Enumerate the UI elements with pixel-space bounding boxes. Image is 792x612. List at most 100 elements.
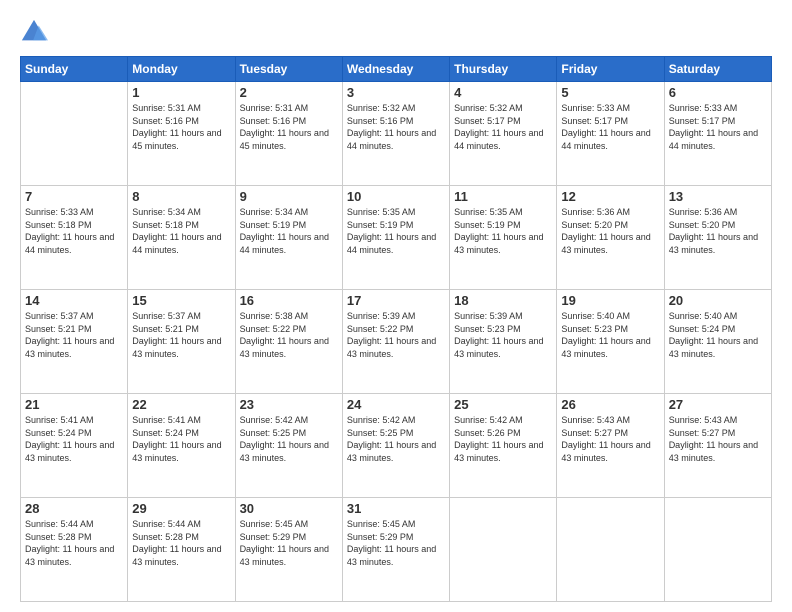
cell-day-number: 2 [240, 85, 338, 100]
calendar-cell: 27 Sunrise: 5:43 AM Sunset: 5:27 PM Dayli… [664, 394, 771, 498]
cell-info: Sunrise: 5:33 AM Sunset: 5:17 PM Dayligh… [561, 102, 659, 152]
page: SundayMondayTuesdayWednesdayThursdayFrid… [0, 0, 792, 612]
cell-day-number: 12 [561, 189, 659, 204]
cell-info: Sunrise: 5:42 AM Sunset: 5:26 PM Dayligh… [454, 414, 552, 464]
cell-day-number: 24 [347, 397, 445, 412]
calendar-day-header: Sunday [21, 57, 128, 82]
cell-day-number: 5 [561, 85, 659, 100]
cell-info: Sunrise: 5:34 AM Sunset: 5:19 PM Dayligh… [240, 206, 338, 256]
calendar-table: SundayMondayTuesdayWednesdayThursdayFrid… [20, 56, 772, 602]
cell-info: Sunrise: 5:32 AM Sunset: 5:17 PM Dayligh… [454, 102, 552, 152]
calendar-header-row: SundayMondayTuesdayWednesdayThursdayFrid… [21, 57, 772, 82]
calendar-cell: 25 Sunrise: 5:42 AM Sunset: 5:26 PM Dayli… [450, 394, 557, 498]
cell-day-number: 27 [669, 397, 767, 412]
cell-info: Sunrise: 5:44 AM Sunset: 5:28 PM Dayligh… [132, 518, 230, 568]
cell-day-number: 1 [132, 85, 230, 100]
cell-info: Sunrise: 5:42 AM Sunset: 5:25 PM Dayligh… [347, 414, 445, 464]
cell-day-number: 26 [561, 397, 659, 412]
calendar-week-row: 1 Sunrise: 5:31 AM Sunset: 5:16 PM Daylig… [21, 82, 772, 186]
calendar-cell: 11Sunrise: 5:35 AM Sunset: 5:19 PM Dayli… [450, 186, 557, 290]
calendar-cell: 5 Sunrise: 5:33 AM Sunset: 5:17 PM Daylig… [557, 82, 664, 186]
calendar-cell [664, 498, 771, 602]
calendar-cell: 19 Sunrise: 5:40 AM Sunset: 5:23 PM Dayli… [557, 290, 664, 394]
calendar-week-row: 14 Sunrise: 5:37 AM Sunset: 5:21 PM Dayli… [21, 290, 772, 394]
calendar-cell: 30 Sunrise: 5:45 AM Sunset: 5:29 PM Dayli… [235, 498, 342, 602]
calendar-cell: 2 Sunrise: 5:31 AM Sunset: 5:16 PM Daylig… [235, 82, 342, 186]
calendar-cell: 14 Sunrise: 5:37 AM Sunset: 5:21 PM Dayli… [21, 290, 128, 394]
cell-info: Sunrise: 5:42 AM Sunset: 5:25 PM Dayligh… [240, 414, 338, 464]
cell-info: Sunrise: 5:45 AM Sunset: 5:29 PM Dayligh… [240, 518, 338, 568]
cell-info: Sunrise: 5:43 AM Sunset: 5:27 PM Dayligh… [561, 414, 659, 464]
cell-day-number: 16 [240, 293, 338, 308]
calendar-cell: 28 Sunrise: 5:44 AM Sunset: 5:28 PM Dayli… [21, 498, 128, 602]
cell-day-number: 19 [561, 293, 659, 308]
cell-day-number: 6 [669, 85, 767, 100]
cell-info: Sunrise: 5:43 AM Sunset: 5:27 PM Dayligh… [669, 414, 767, 464]
cell-info: Sunrise: 5:36 AM Sunset: 5:20 PM Dayligh… [561, 206, 659, 256]
cell-info: Sunrise: 5:37 AM Sunset: 5:21 PM Dayligh… [132, 310, 230, 360]
calendar-cell: 20 Sunrise: 5:40 AM Sunset: 5:24 PM Dayli… [664, 290, 771, 394]
cell-info: Sunrise: 5:31 AM Sunset: 5:16 PM Dayligh… [240, 102, 338, 152]
calendar-day-header: Thursday [450, 57, 557, 82]
calendar-day-header: Friday [557, 57, 664, 82]
calendar-week-row: 7Sunrise: 5:33 AM Sunset: 5:18 PM Daylig… [21, 186, 772, 290]
calendar-cell: 23 Sunrise: 5:42 AM Sunset: 5:25 PM Dayli… [235, 394, 342, 498]
cell-day-number: 23 [240, 397, 338, 412]
cell-day-number: 30 [240, 501, 338, 516]
cell-info: Sunrise: 5:35 AM Sunset: 5:19 PM Dayligh… [347, 206, 445, 256]
calendar-week-row: 28 Sunrise: 5:44 AM Sunset: 5:28 PM Dayli… [21, 498, 772, 602]
cell-info: Sunrise: 5:45 AM Sunset: 5:29 PM Dayligh… [347, 518, 445, 568]
cell-info: Sunrise: 5:35 AM Sunset: 5:19 PM Dayligh… [454, 206, 552, 256]
calendar-cell: 10 Sunrise: 5:35 AM Sunset: 5:19 PM Dayli… [342, 186, 449, 290]
cell-info: Sunrise: 5:40 AM Sunset: 5:23 PM Dayligh… [561, 310, 659, 360]
calendar-cell: 26 Sunrise: 5:43 AM Sunset: 5:27 PM Dayli… [557, 394, 664, 498]
cell-day-number: 15 [132, 293, 230, 308]
calendar-day-header: Tuesday [235, 57, 342, 82]
calendar-cell [21, 82, 128, 186]
cell-info: Sunrise: 5:39 AM Sunset: 5:23 PM Dayligh… [454, 310, 552, 360]
cell-info: Sunrise: 5:36 AM Sunset: 5:20 PM Dayligh… [669, 206, 767, 256]
logo [20, 18, 52, 46]
header [20, 18, 772, 46]
calendar-cell: 16Sunrise: 5:38 AM Sunset: 5:22 PM Dayli… [235, 290, 342, 394]
cell-day-number: 17 [347, 293, 445, 308]
cell-day-number: 20 [669, 293, 767, 308]
calendar-cell: 29 Sunrise: 5:44 AM Sunset: 5:28 PM Dayli… [128, 498, 235, 602]
cell-day-number: 9 [240, 189, 338, 204]
calendar-cell: 22Sunrise: 5:41 AM Sunset: 5:24 PM Dayli… [128, 394, 235, 498]
calendar-cell: 21 Sunrise: 5:41 AM Sunset: 5:24 PM Dayli… [21, 394, 128, 498]
cell-day-number: 8 [132, 189, 230, 204]
calendar-cell: 1 Sunrise: 5:31 AM Sunset: 5:16 PM Daylig… [128, 82, 235, 186]
calendar-cell: 12 Sunrise: 5:36 AM Sunset: 5:20 PM Dayli… [557, 186, 664, 290]
logo-icon [20, 18, 48, 46]
cell-day-number: 21 [25, 397, 123, 412]
calendar-cell: 31 Sunrise: 5:45 AM Sunset: 5:29 PM Dayli… [342, 498, 449, 602]
cell-day-number: 22 [132, 397, 230, 412]
cell-info: Sunrise: 5:32 AM Sunset: 5:16 PM Dayligh… [347, 102, 445, 152]
cell-day-number: 18 [454, 293, 552, 308]
calendar-cell: 13 Sunrise: 5:36 AM Sunset: 5:20 PM Dayli… [664, 186, 771, 290]
cell-info: Sunrise: 5:40 AM Sunset: 5:24 PM Dayligh… [669, 310, 767, 360]
calendar-cell [450, 498, 557, 602]
cell-info: Sunrise: 5:37 AM Sunset: 5:21 PM Dayligh… [25, 310, 123, 360]
cell-info: Sunrise: 5:44 AM Sunset: 5:28 PM Dayligh… [25, 518, 123, 568]
cell-day-number: 13 [669, 189, 767, 204]
cell-day-number: 31 [347, 501, 445, 516]
calendar-week-row: 21 Sunrise: 5:41 AM Sunset: 5:24 PM Dayli… [21, 394, 772, 498]
cell-info: Sunrise: 5:39 AM Sunset: 5:22 PM Dayligh… [347, 310, 445, 360]
cell-day-number: 10 [347, 189, 445, 204]
cell-info: Sunrise: 5:33 AM Sunset: 5:17 PM Dayligh… [669, 102, 767, 152]
cell-day-number: 25 [454, 397, 552, 412]
cell-day-number: 14 [25, 293, 123, 308]
cell-info: Sunrise: 5:31 AM Sunset: 5:16 PM Dayligh… [132, 102, 230, 152]
cell-info: Sunrise: 5:33 AM Sunset: 5:18 PM Dayligh… [25, 206, 123, 256]
cell-info: Sunrise: 5:41 AM Sunset: 5:24 PM Dayligh… [25, 414, 123, 464]
calendar-cell: 7Sunrise: 5:33 AM Sunset: 5:18 PM Daylig… [21, 186, 128, 290]
cell-day-number: 3 [347, 85, 445, 100]
cell-day-number: 29 [132, 501, 230, 516]
calendar-cell: 4Sunrise: 5:32 AM Sunset: 5:17 PM Daylig… [450, 82, 557, 186]
calendar-cell: 3 Sunrise: 5:32 AM Sunset: 5:16 PM Daylig… [342, 82, 449, 186]
calendar-day-header: Wednesday [342, 57, 449, 82]
calendar-cell: 15 Sunrise: 5:37 AM Sunset: 5:21 PM Dayli… [128, 290, 235, 394]
cell-day-number: 28 [25, 501, 123, 516]
